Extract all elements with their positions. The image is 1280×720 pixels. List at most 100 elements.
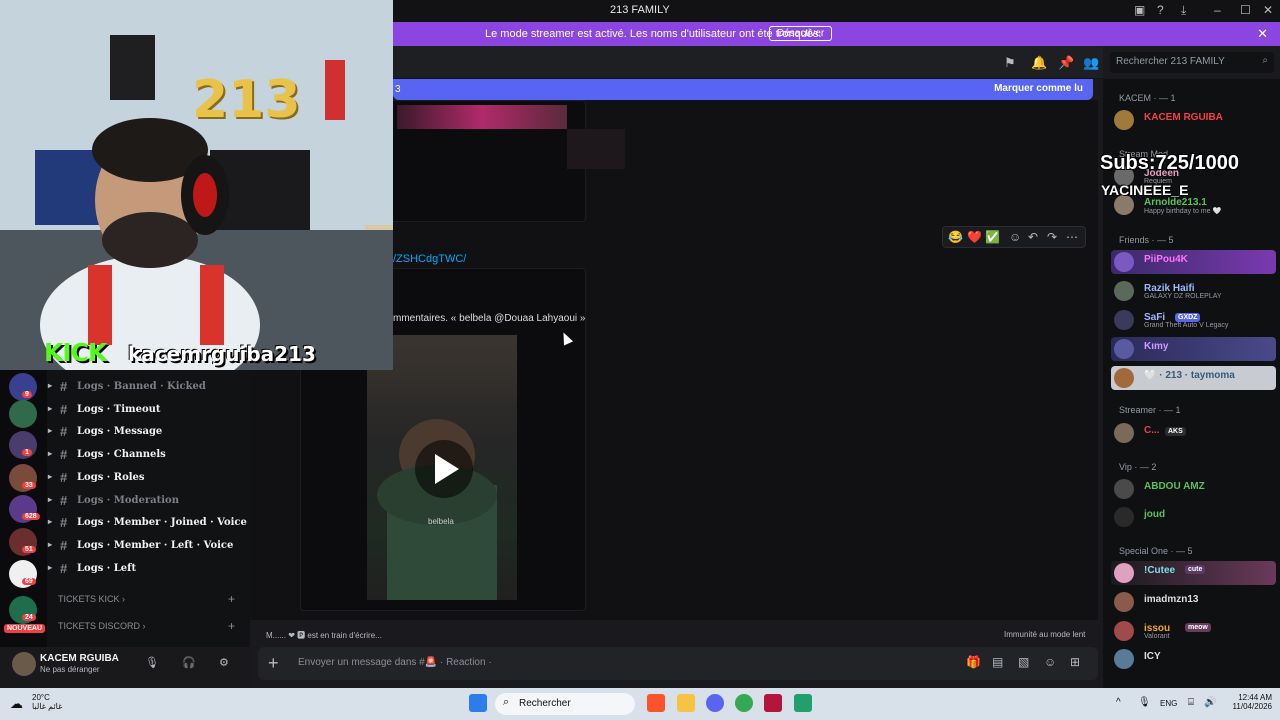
expand-arrow-icon[interactable]: ▸	[48, 495, 52, 504]
close-window-button[interactable]: ✕	[1263, 3, 1273, 17]
user-name: KACEM RGUIBA	[40, 653, 119, 664]
channel-category[interactable]: TICKETS DISCORD › +	[58, 619, 235, 633]
subs-counter: Subs:725/1000	[1100, 152, 1239, 174]
reaction-heart[interactable]: ❤️	[967, 230, 982, 244]
channel-item[interactable]: ▸ # Logs · Roles	[47, 468, 250, 488]
channel-label: Logs · Roles	[77, 471, 145, 483]
emoji-icon[interactable]: ☺	[1044, 655, 1056, 669]
apps-icon[interactable]: ⊞	[1070, 655, 1080, 669]
threads-icon[interactable]: ⚑	[1004, 55, 1016, 71]
expand-arrow-icon[interactable]: ▸	[48, 404, 52, 413]
maximize-button[interactable]: ☐	[1240, 3, 1251, 17]
attach-plus-icon[interactable]: +	[268, 653, 279, 674]
channel-item[interactable]: ▸ # Logs · Left	[47, 559, 250, 579]
forward-icon[interactable]: ↷	[1047, 230, 1057, 244]
reaction-check[interactable]: ✅	[985, 230, 1000, 244]
member-avatar	[1114, 507, 1134, 527]
channel-header: ⚑ 🔔 📌 👥	[393, 46, 1103, 79]
channel-item[interactable]: ▸ # Logs · Timeout	[47, 400, 250, 420]
disable-streamer-button[interactable]: Désactiver	[769, 26, 833, 41]
text-channel-icon: #	[60, 537, 68, 553]
expand-arrow-icon[interactable]: ▸	[48, 381, 52, 390]
play-button[interactable]	[415, 440, 473, 498]
taskbar-search[interactable]: ⌕ Rechercher	[495, 693, 635, 715]
avatar[interactable]	[12, 652, 36, 676]
expand-arrow-icon[interactable]: ▸	[48, 563, 52, 572]
start-icon[interactable]	[469, 694, 487, 712]
member-activity: Grand Theft Auto V Legacy	[1144, 322, 1229, 329]
mark-as-read-button[interactable]: Marquer comme lu	[994, 83, 1083, 94]
minimize-button[interactable]: –	[1214, 3, 1221, 17]
gold-balloon-213: 213	[192, 70, 301, 130]
member-item[interactable]: Razik Haifi GALAXY DZ ROLEPLAY	[1111, 279, 1276, 303]
file-explorer-icon[interactable]	[677, 694, 695, 712]
network-icon[interactable]: ⌸	[1188, 697, 1194, 708]
gift-icon[interactable]: 🎁	[966, 655, 981, 669]
volume-icon[interactable]: 🔊	[1204, 697, 1216, 708]
message-composer[interactable]: + Envoyer un message dans #🚨 · Reaction …	[258, 647, 1098, 680]
add-channel-icon[interactable]: +	[228, 592, 235, 606]
members-icon[interactable]: 👥	[1083, 55, 1099, 71]
expand-arrow-icon[interactable]: ▸	[48, 540, 52, 549]
member-item[interactable]: C...	[1111, 421, 1276, 445]
member-item[interactable]: Kιmy	[1111, 337, 1276, 361]
gif-icon[interactable]: ▤	[992, 655, 1003, 669]
channel-item[interactable]: ▸ # Logs · Member · Joined · Voice	[47, 513, 250, 533]
brave-icon[interactable]	[647, 694, 665, 712]
expand-arrow-icon[interactable]: ▸	[48, 517, 52, 526]
pin-icon[interactable]: 📌	[1058, 55, 1074, 71]
weather-widget[interactable]: 20°C غائم غالبا	[32, 693, 62, 711]
chrome-icon[interactable]	[735, 694, 753, 712]
expand-arrow-icon[interactable]: ▸	[48, 426, 52, 435]
new-messages-bar[interactable]: 3 Marquer comme lu	[393, 79, 1093, 100]
member-item[interactable]: ABDOU AMZ	[1111, 477, 1276, 501]
mic-tray-icon[interactable]: 🎙	[1138, 697, 1151, 708]
channel-item[interactable]: ▸ # Logs · Member · Left · Voice	[47, 536, 250, 556]
message-link[interactable]: /ZSHCdgTWC/	[393, 253, 466, 265]
clock[interactable]: 12:44 AM 11/04/2026	[1222, 693, 1272, 711]
member-name: joud	[1144, 509, 1166, 520]
member-item[interactable]: ICY	[1111, 647, 1276, 671]
member-item[interactable]: imadmzn13	[1111, 590, 1276, 614]
inbox-icon[interactable]: ▣	[1134, 3, 1145, 17]
expand-arrow-icon[interactable]: ▸	[48, 472, 52, 481]
search-input[interactable]: Rechercher 213 FAMILY ⌕	[1110, 52, 1274, 73]
clock-time: 12:44 AM	[1238, 693, 1272, 702]
server-mention-badge: 51	[22, 546, 36, 553]
headphones-icon[interactable]: 🎧	[182, 656, 196, 669]
member-activity: Happy birthday to me 🤍	[1144, 208, 1222, 215]
member-item[interactable]: PiiPou4K	[1111, 250, 1276, 274]
help-icon[interactable]: ?	[1157, 3, 1164, 17]
member-item[interactable]: 🤍 · 213 · taymoma	[1111, 366, 1276, 390]
add-reaction-icon[interactable]: ☺	[1009, 230, 1021, 244]
close-banner-icon[interactable]: ✕	[1257, 26, 1268, 42]
bell-icon[interactable]: 🔔	[1031, 55, 1047, 71]
server-icon[interactable]	[9, 400, 37, 428]
download-icon[interactable]: ⤓	[1181, 3, 1186, 18]
member-item[interactable]: KACEM RGUIBA	[1111, 108, 1276, 132]
adobe-icon[interactable]	[764, 694, 782, 712]
tray-chevron-icon[interactable]: ^	[1116, 697, 1121, 708]
settings-gear-icon[interactable]: ⚙	[219, 656, 229, 669]
expand-arrow-icon[interactable]: ▸	[48, 449, 52, 458]
channel-item[interactable]: ▸ # Logs · Banned · Kicked	[47, 377, 250, 397]
video-watermark: belbela	[428, 517, 454, 526]
channel-item[interactable]: ▸ # Logs · Moderation	[47, 491, 250, 511]
sticker-icon[interactable]: ▧	[1018, 655, 1029, 669]
discord-taskbar-icon[interactable]	[706, 694, 724, 712]
server-mention-badge: 1	[22, 449, 32, 456]
channel-item[interactable]: ▸ # Logs · Message	[47, 422, 250, 442]
language-indicator[interactable]: ENG	[1160, 699, 1177, 708]
microphone-icon[interactable]: 🎙	[145, 656, 159, 669]
member-name: ABDOU AMZ	[1144, 481, 1205, 492]
reaction-laugh[interactable]: 😂	[948, 230, 963, 244]
channel-category[interactable]: TICKETS KICK › +	[58, 592, 235, 606]
channel-item[interactable]: ▸ # Logs · Channels	[47, 445, 250, 465]
reply-icon[interactable]: ↶	[1028, 230, 1038, 244]
more-icon[interactable]: ⋯	[1066, 230, 1078, 244]
weather-icon[interactable]: ☁	[10, 696, 23, 712]
add-channel-icon[interactable]: +	[228, 619, 235, 633]
app-icon[interactable]	[794, 694, 812, 712]
member-name: 🤍 · 213 · taymoma	[1144, 370, 1235, 381]
member-item[interactable]: joud	[1111, 505, 1276, 529]
